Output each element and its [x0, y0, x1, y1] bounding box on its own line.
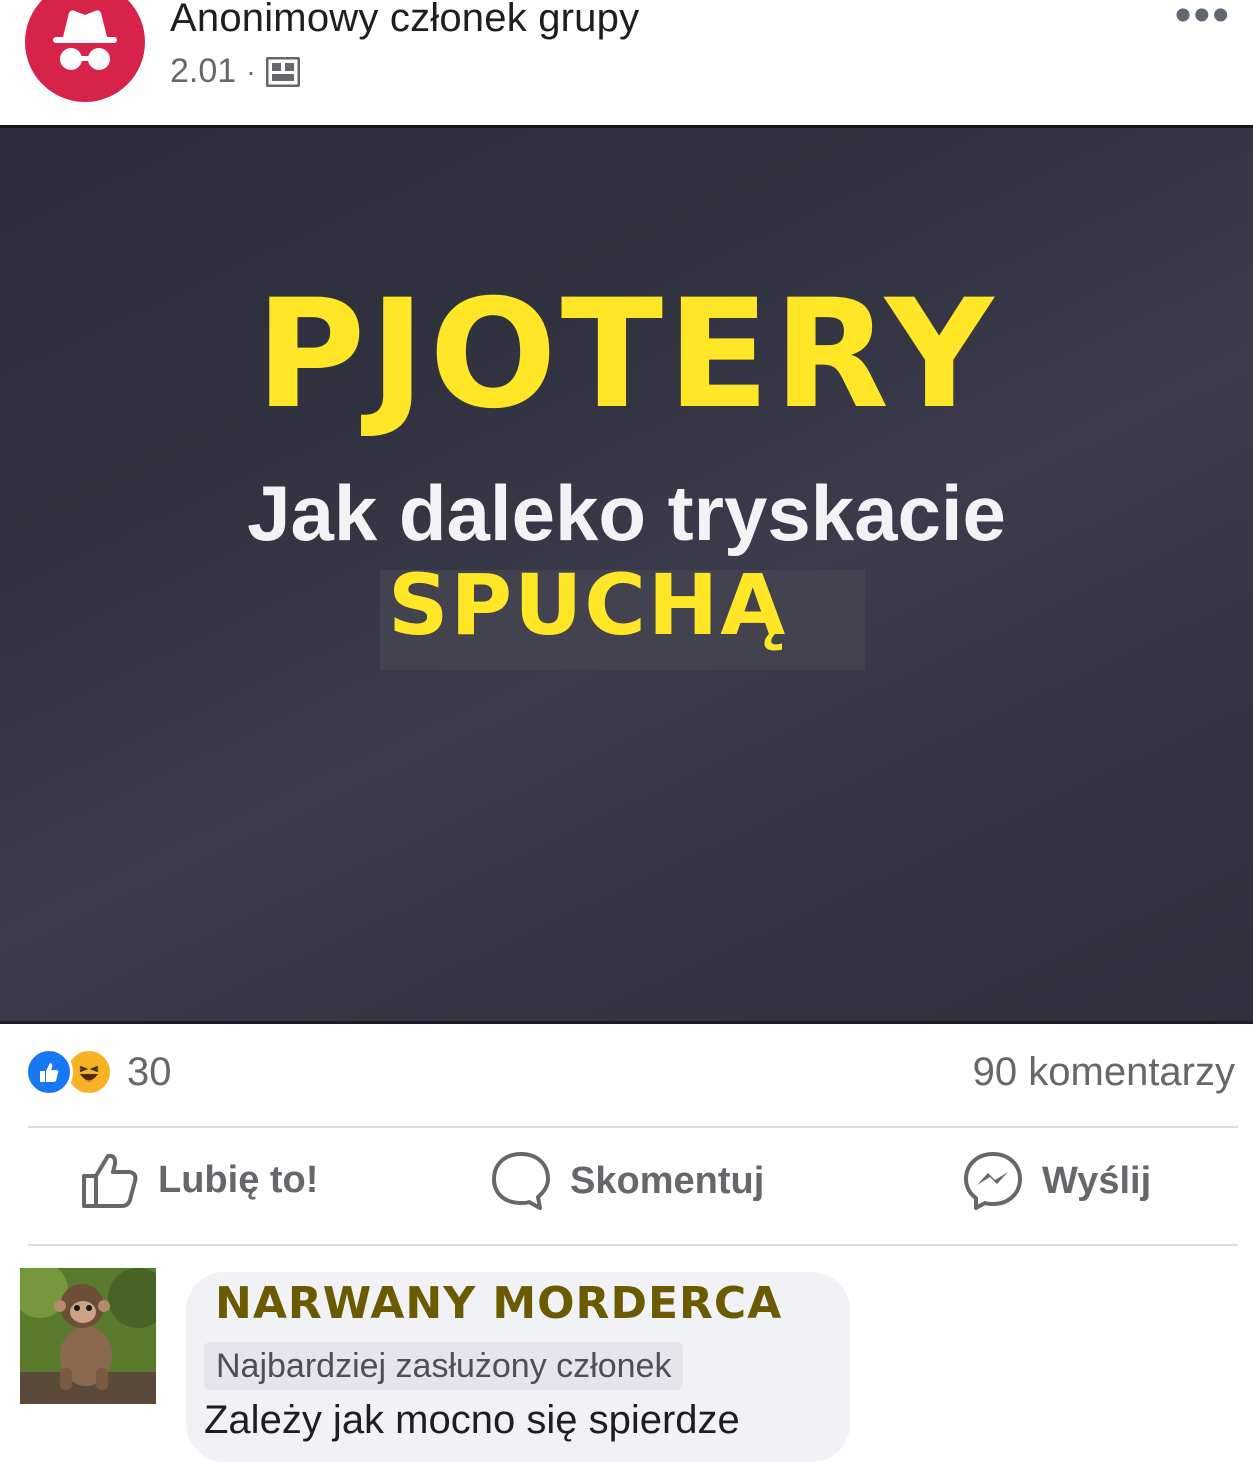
image-overlay-word: SPUCHĄ — [388, 556, 788, 654]
comment-bubble-icon — [492, 1152, 550, 1210]
like-button[interactable]: Lubię to! — [80, 1150, 318, 1210]
like-reaction-icon — [25, 1048, 73, 1096]
commenter-name[interactable]: NARWANY MORDERCA — [215, 1278, 782, 1329]
anonymous-avatar[interactable] — [25, 0, 145, 102]
divider — [28, 1126, 1238, 1128]
thumbs-up-icon — [82, 1153, 138, 1208]
post-meta: 2.01 · — [170, 52, 300, 91]
post-date[interactable]: 2.01 — [170, 52, 236, 91]
member-badge: Najbardziej zasłużony członek — [204, 1342, 684, 1390]
send-button[interactable]: Wyślij — [962, 1150, 1151, 1212]
comment-button[interactable]: Skomentuj — [490, 1150, 764, 1212]
incognito-icon — [53, 10, 117, 70]
like-label: Lubię to! — [158, 1158, 319, 1201]
divider — [28, 1244, 1238, 1246]
post-image[interactable]: PJOTERY Jak daleko tryskacie SPUCHĄ — [0, 125, 1253, 1024]
image-title: PJOTERY — [255, 268, 998, 442]
group-icon — [265, 56, 300, 87]
post-header: Anonimowy członek grupy 2.01 · ••• — [0, 0, 1253, 125]
send-label: Wyślij — [1042, 1159, 1152, 1202]
comment-text: Zależy jak mocno się spierdze — [204, 1398, 740, 1442]
comments-count[interactable]: 90 komentarzy — [973, 1050, 1235, 1095]
comment-label: Skomentuj — [570, 1159, 765, 1202]
author-name[interactable]: Anonimowy członek grupy — [170, 0, 639, 41]
more-options-button[interactable]: ••• — [1175, 0, 1231, 43]
messenger-icon — [964, 1152, 1022, 1210]
image-subtitle: Jak daleko tryskacie — [247, 469, 1006, 557]
reactions-summary[interactable]: 30 — [25, 1048, 172, 1096]
reaction-count: 30 — [127, 1049, 172, 1094]
meta-separator: · — [246, 55, 256, 87]
commenter-avatar[interactable] — [20, 1268, 156, 1404]
post-actions: Lubię to! Skomentuj Wyślij — [0, 1140, 1253, 1240]
post-stats: 30 90 komentarzy — [0, 1030, 1253, 1120]
